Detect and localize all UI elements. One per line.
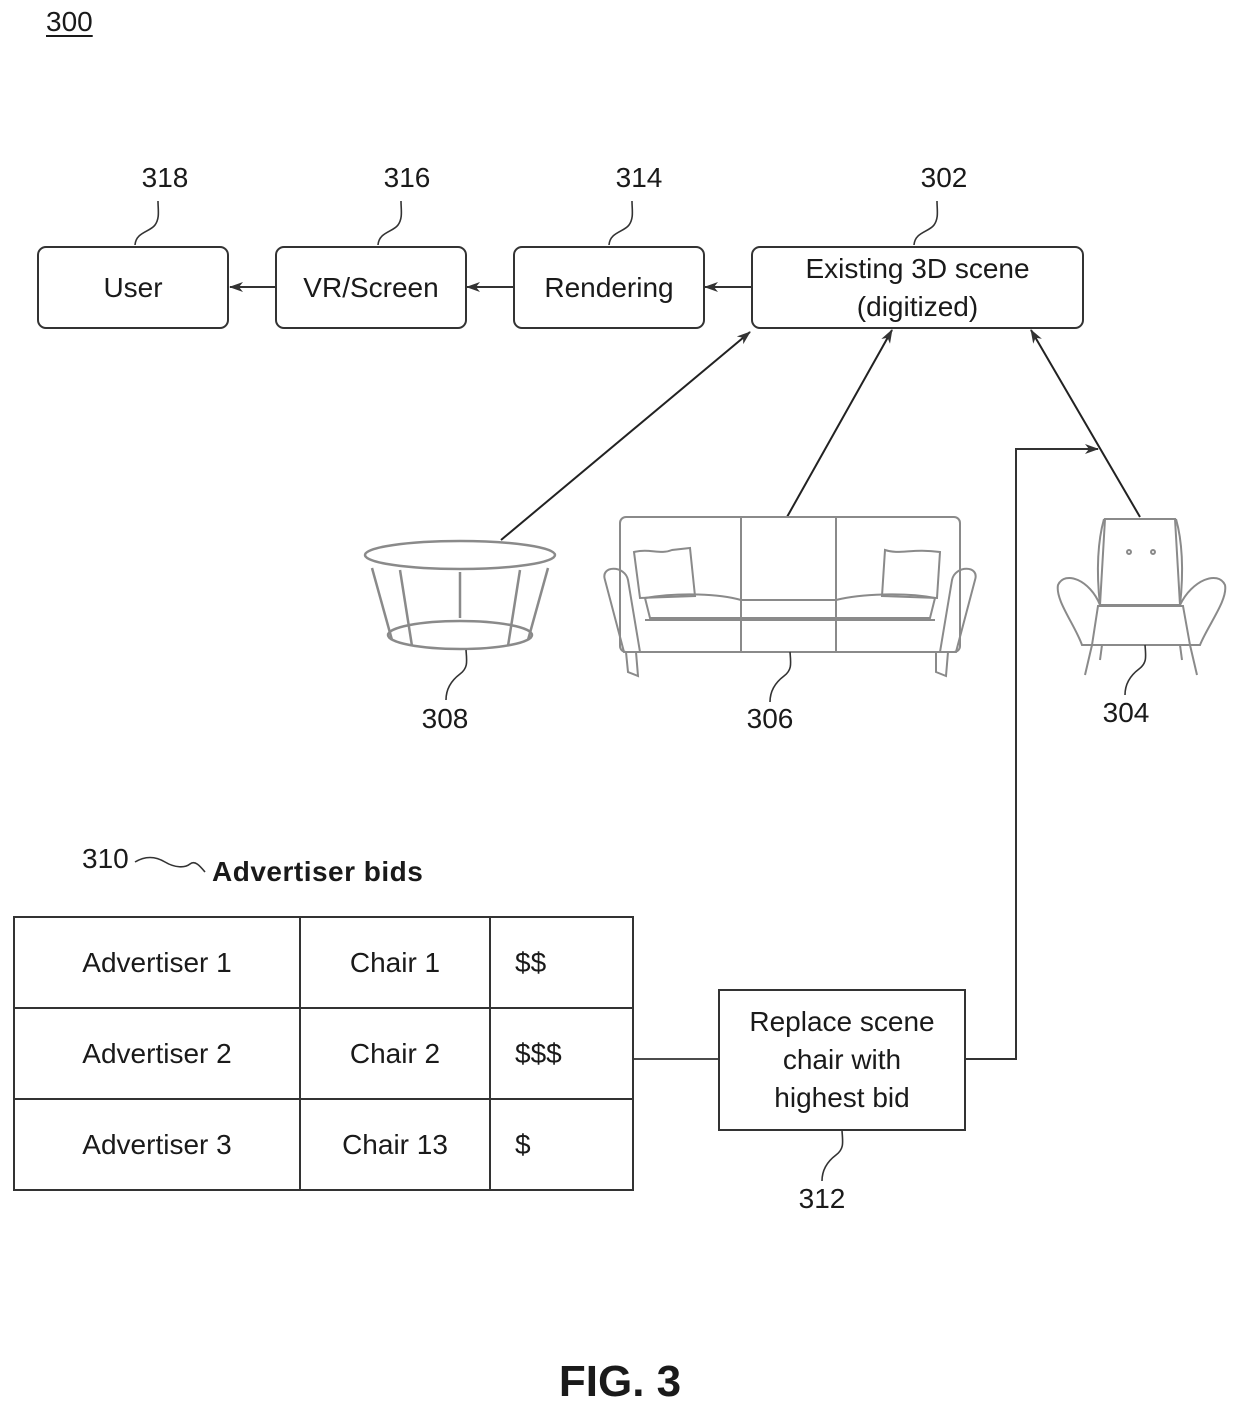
item-cell: Chair 13 (299, 1098, 491, 1191)
ref-318: 318 (141, 162, 189, 193)
leader-316 (377, 200, 403, 246)
item-cell: Chair 1 (299, 916, 491, 1009)
replace-label-line3: highest bid (774, 1082, 910, 1113)
rendering-box: Rendering (513, 246, 705, 329)
advertiser-cell: Advertiser 1 (13, 916, 301, 1009)
leader-302 (913, 200, 939, 246)
replace-chair-box: Replace scene chair with highest bid (718, 989, 966, 1131)
rendering-label: Rendering (544, 271, 674, 303)
leader-310 (134, 856, 206, 873)
ref-314: 314 (615, 162, 663, 193)
replace-label-line2: chair with (782, 1044, 902, 1075)
diagram-connectors (134, 200, 1227, 1182)
arrow-table-to-scene (500, 331, 751, 541)
vr-screen-box: VR/Screen (275, 246, 467, 329)
table-row: Advertiser 3 Chair 13 $ (13, 1098, 634, 1191)
bid-cell: $ (489, 1098, 634, 1191)
leader-312 (821, 1130, 844, 1182)
existing-scene-box: Existing 3D scene (digitized) (751, 246, 1084, 329)
ref-306: 306 (746, 703, 794, 734)
advertiser-cell: Advertiser 3 (13, 1098, 301, 1191)
scene-label-line1: Existing 3D scene (805, 252, 1030, 284)
leader-304 (1124, 644, 1147, 696)
vr-screen-label: VR/Screen (303, 271, 439, 303)
arrow-sofa-to-scene (786, 329, 893, 518)
ref-316: 316 (383, 162, 431, 193)
leader-308 (445, 649, 468, 701)
advertiser-cell: Advertiser 2 (13, 1007, 301, 1100)
leader-314 (608, 200, 634, 246)
arrow-chair-to-scene (1030, 329, 1141, 518)
figure-title: FIG. 3 (558, 1357, 682, 1406)
ref-312: 312 (798, 1183, 846, 1214)
bid-cell: $$$ (489, 1007, 634, 1100)
ref-308: 308 (421, 703, 469, 734)
user-label: User (103, 271, 163, 303)
armchair-icon (1056, 518, 1227, 676)
user-box: User (37, 246, 229, 329)
leader-306 (769, 651, 792, 703)
ref-302: 302 (920, 162, 968, 193)
table-row: Advertiser 2 Chair 2 $$$ (13, 1007, 634, 1100)
bid-cell: $$ (489, 916, 634, 1009)
coffee-table-icon (363, 539, 557, 651)
arrow-replace-to-chair (965, 444, 1099, 1060)
item-cell: Chair 2 (299, 1007, 491, 1100)
bids-title: Advertiser bids (212, 856, 424, 887)
replace-label-line1: Replace scene (749, 1006, 935, 1037)
leader-318 (134, 200, 160, 246)
advertiser-bids-table: Advertiser 1 Chair 1 $$ Advertiser 2 Cha… (13, 916, 634, 1191)
ref-304: 304 (1102, 697, 1150, 728)
ref-310: 310 (82, 843, 129, 874)
scene-label-line2: (digitized) (856, 290, 979, 322)
table-row: Advertiser 1 Chair 1 $$ (13, 916, 634, 1009)
